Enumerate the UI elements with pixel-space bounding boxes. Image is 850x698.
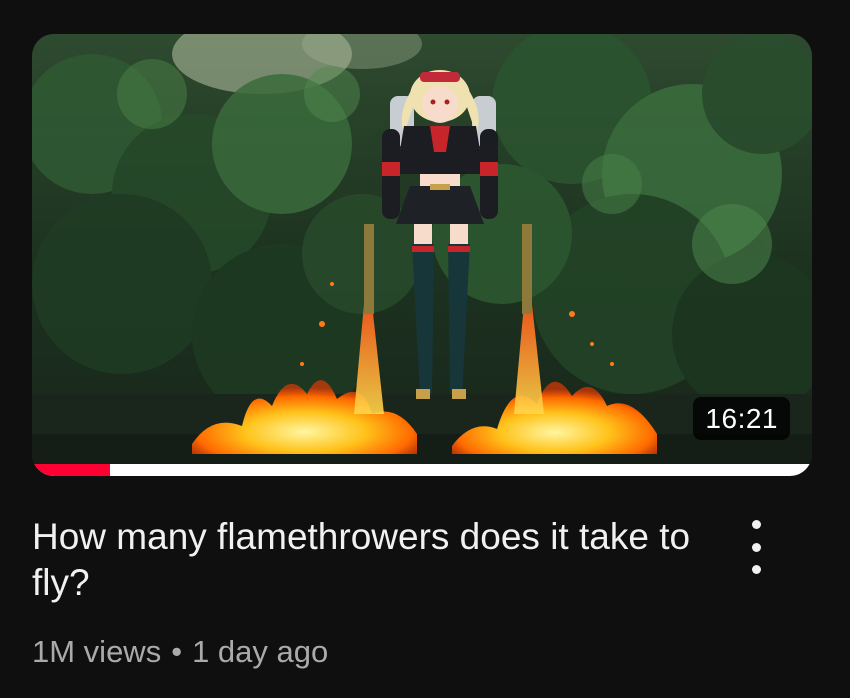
video-thumbnail[interactable]: 16:21 <box>32 34 812 476</box>
duration-badge: 16:21 <box>693 397 790 440</box>
video-title[interactable]: How many flamethrowers does it take to f… <box>32 514 712 606</box>
video-metadata: 1M views • 1 day ago <box>32 632 328 672</box>
watch-progress-fill <box>32 464 110 476</box>
video-card[interactable]: 16:21 How many flamethrowers does it tak… <box>0 0 850 698</box>
more-options-button[interactable] <box>734 520 778 574</box>
watch-progress-bar <box>32 464 812 476</box>
meta-separator: • <box>171 634 183 669</box>
upload-age: 1 day ago <box>192 634 329 669</box>
more-vert-icon <box>751 520 761 574</box>
view-count: 1M views <box>32 634 162 669</box>
